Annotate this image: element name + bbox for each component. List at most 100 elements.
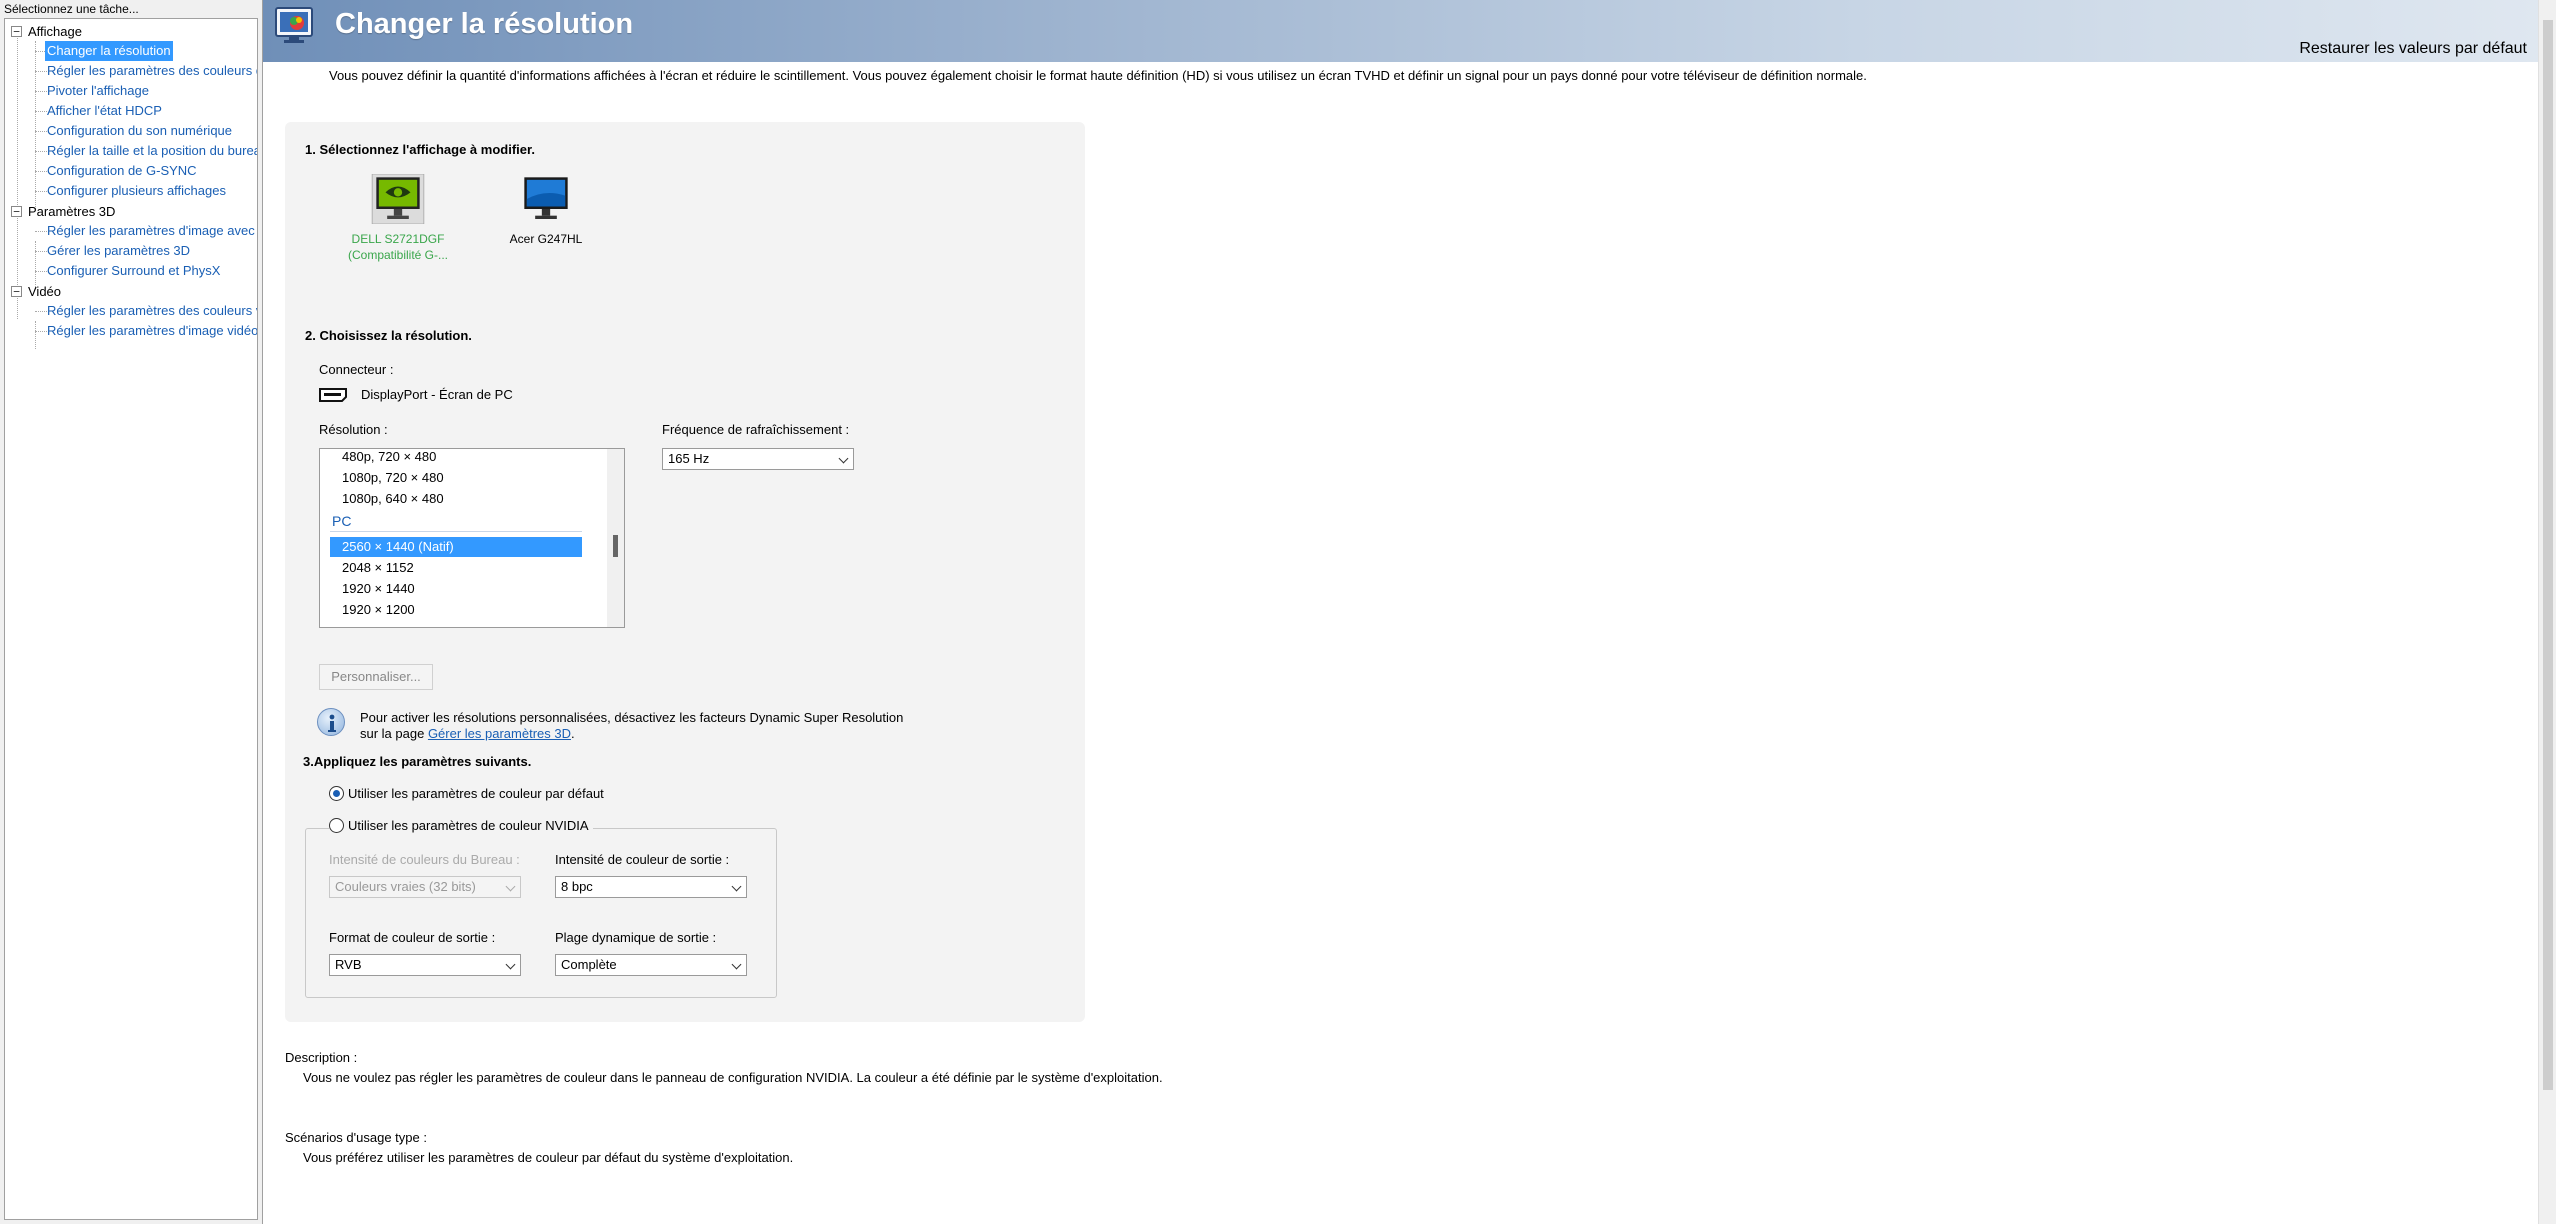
info-line: sur la page Gérer les paramètres 3D. xyxy=(360,726,903,742)
display-label: Acer G247HL xyxy=(491,231,601,247)
resolution-item[interactable]: 1920 × 1440 xyxy=(330,579,582,599)
monitor-nvidia-icon xyxy=(371,173,425,225)
resolution-item[interactable]: 2048 × 1152 xyxy=(330,558,582,578)
refresh-rate-value: 165 Hz xyxy=(668,451,710,466)
collapse-icon[interactable]: − xyxy=(11,25,22,37)
tree-item-changer-resolution[interactable]: Changer la résolution xyxy=(45,41,173,61)
chevron-down-icon xyxy=(731,881,742,892)
output-range-value: Complète xyxy=(561,957,617,972)
radio-unchecked-icon[interactable] xyxy=(329,818,344,833)
description-body: Vous ne voulez pas régler les paramètres… xyxy=(303,1070,1163,1085)
tree-guide xyxy=(35,41,36,209)
display-name: Acer G247HL xyxy=(509,232,583,246)
scenarios-title: Scénarios d'usage type : xyxy=(285,1130,427,1145)
tree-category-parametres-3d[interactable]: − Paramètres 3D xyxy=(11,201,115,221)
restore-defaults-link[interactable]: Restaurer les valeurs par défaut xyxy=(2299,40,2527,58)
tree-item-image-video[interactable]: Régler les paramètres d'image vidéo xyxy=(45,321,257,341)
output-depth-value: 8 bpc xyxy=(561,879,593,894)
desktop-depth-select: Couleurs vraies (32 bits) xyxy=(329,876,521,898)
tree-category-label: Affichage xyxy=(28,23,82,39)
tree-guide xyxy=(35,321,36,349)
description-title: Description : xyxy=(285,1050,358,1065)
output-format-value: RVB xyxy=(335,957,362,972)
output-depth-label: Intensité de couleur de sortie : xyxy=(555,852,730,867)
resolution-group-pc: PC xyxy=(332,513,352,529)
step1-title: 1. Sélectionnez l'affichage à modifier. xyxy=(305,142,535,157)
customize-button[interactable]: Personnaliser... xyxy=(319,664,433,690)
task-panel: Sélectionnez une tâche... − Affichage Ch… xyxy=(0,0,262,1224)
step3-title: 3.Appliquez les paramètres suivants. xyxy=(303,754,532,769)
monitor-windows-icon xyxy=(524,177,568,219)
info-suffix: . xyxy=(571,726,575,741)
refresh-rate-select[interactable]: 165 Hz xyxy=(662,448,854,470)
display-dell[interactable]: DELL S2721DGF (Compatibilité G-... xyxy=(343,173,453,263)
output-format-select[interactable]: RVB xyxy=(329,954,521,976)
info-text: Pour activer les résolutions personnalis… xyxy=(360,710,903,742)
chevron-down-icon xyxy=(505,959,516,970)
resolution-item[interactable]: 1080p, 640 × 480 xyxy=(330,489,582,509)
output-range-label: Plage dynamique de sortie : xyxy=(555,930,717,945)
chevron-down-icon xyxy=(838,453,849,464)
tree-item-gsync[interactable]: Configuration de G-SYNC xyxy=(45,161,199,181)
tree-item-plusieurs-affichages[interactable]: Configurer plusieurs affichages xyxy=(45,181,228,201)
scenarios-body: Vous préférez utiliser les paramètres de… xyxy=(303,1150,794,1165)
tree-guide xyxy=(17,35,18,319)
settings-card: 1. Sélectionnez l'affichage à modifier. … xyxy=(285,122,1085,1022)
radio-label: Utiliser les paramètres de couleur NVIDI… xyxy=(348,818,589,833)
radio-checked-icon[interactable] xyxy=(329,786,344,801)
radio-nvidia-colors[interactable]: Utiliser les paramètres de couleur NVIDI… xyxy=(329,818,593,833)
display-acer[interactable]: Acer G247HL xyxy=(491,174,601,247)
intro-text: Vous pouvez définir la quantité d'inform… xyxy=(329,68,1867,83)
info-line: Pour activer les résolutions personnalis… xyxy=(360,710,904,725)
tree-item-son-numerique[interactable]: Configuration du son numérique xyxy=(45,121,234,141)
tree-item-image-apercu[interactable]: Régler les paramètres d'image avec a xyxy=(45,221,257,241)
group-divider xyxy=(330,531,582,532)
radio-label: Utiliser les paramètres de couleur par d… xyxy=(348,786,604,801)
tree-category-affichage[interactable]: − Affichage xyxy=(11,21,82,41)
chevron-down-icon xyxy=(505,881,516,892)
display-subtitle: (Compatibilité G-... xyxy=(347,248,449,262)
tree-category-label: Paramètres 3D xyxy=(28,203,116,219)
info-icon xyxy=(317,708,345,736)
resolution-item[interactable]: 1920 × 1200 xyxy=(330,600,582,620)
connector-label: Connecteur : xyxy=(319,362,394,377)
collapse-icon[interactable]: − xyxy=(11,285,22,297)
output-depth-select[interactable]: 8 bpc xyxy=(555,876,747,898)
tree-item-taille-position[interactable]: Régler la taille et la position du burea xyxy=(45,141,257,161)
page-banner: Changer la résolution Restaurer les vale… xyxy=(263,0,2539,62)
step2-title: 2. Choisissez la résolution. xyxy=(305,328,472,343)
resolution-list-scrollbar-thumb[interactable] xyxy=(613,535,618,557)
chevron-down-icon xyxy=(731,959,742,970)
tree-category-video[interactable]: − Vidéo xyxy=(11,281,61,301)
info-prefix: sur la page xyxy=(360,726,428,741)
tree-item-pivoter[interactable]: Pivoter l'affichage xyxy=(45,81,151,101)
collapse-icon[interactable]: − xyxy=(11,205,22,217)
radio-default-colors[interactable]: Utiliser les paramètres de couleur par d… xyxy=(329,786,604,801)
tree-item-surround-physx[interactable]: Configurer Surround et PhysX xyxy=(45,261,222,281)
resolution-item[interactable]: 1080p, 720 × 480 xyxy=(330,468,582,488)
resolution-list[interactable]: 480p, 720 × 480 1080p, 720 × 480 1080p, … xyxy=(319,448,625,628)
main-scrollbar[interactable] xyxy=(2538,0,2556,1224)
resolution-list-scrollbar[interactable] xyxy=(607,449,624,627)
displayport-icon xyxy=(319,388,347,402)
page-title: Changer la résolution xyxy=(335,8,634,40)
main-panel: Changer la résolution Restaurer les vale… xyxy=(262,0,2556,1224)
refresh-rate-label: Fréquence de rafraîchissement : xyxy=(662,422,850,437)
resolution-item[interactable]: 480p, 720 × 480 xyxy=(330,449,582,467)
tree-category-label: Vidéo xyxy=(28,283,62,299)
tree-item-couleurs-bureau[interactable]: Régler les paramètres des couleurs d xyxy=(45,61,257,81)
main-scrollbar-thumb[interactable] xyxy=(2543,20,2553,1090)
display-settings-icon xyxy=(275,7,313,43)
connector-value: DisplayPort - Écran de PC xyxy=(361,387,513,402)
tree-item-gerer-3d[interactable]: Gérer les paramètres 3D xyxy=(45,241,192,261)
display-name: DELL S2721DGF xyxy=(351,232,445,246)
desktop-depth-label: Intensité de couleurs du Bureau : xyxy=(329,852,520,867)
manage-3d-settings-link[interactable]: Gérer les paramètres 3D xyxy=(428,726,571,741)
task-panel-header: Sélectionnez une tâche... xyxy=(4,2,139,16)
tree-item-hdcp[interactable]: Afficher l'état HDCP xyxy=(45,101,164,121)
task-tree: − Affichage Changer la résolution Régler… xyxy=(4,18,258,1220)
tree-item-couleurs-video[interactable]: Régler les paramètres des couleurs v xyxy=(45,301,257,321)
output-range-select[interactable]: Complète xyxy=(555,954,747,976)
output-format-label: Format de couleur de sortie : xyxy=(329,930,496,945)
resolution-item-selected[interactable]: 2560 × 1440 (Natif) xyxy=(330,537,582,557)
